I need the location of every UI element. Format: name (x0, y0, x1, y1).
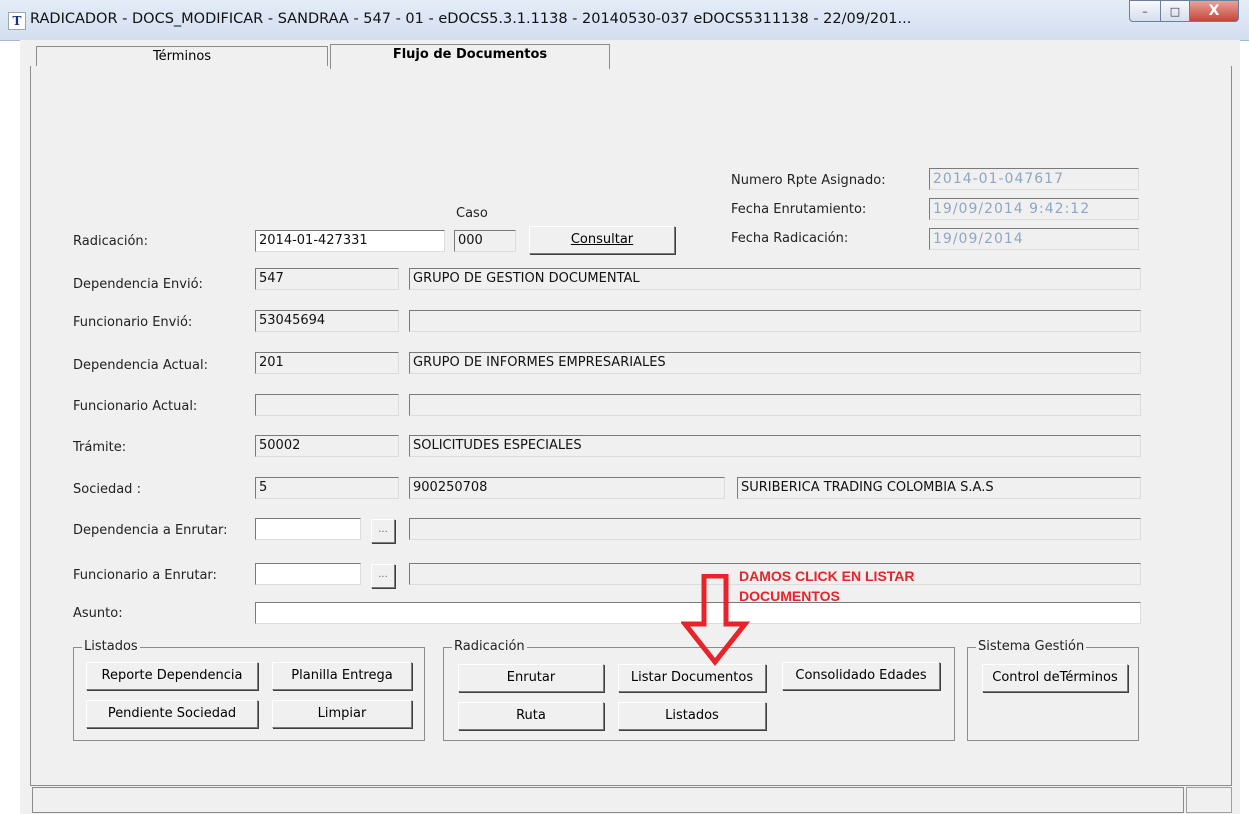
annotation-arrow-down-icon (681, 574, 751, 666)
dependencia-envio-name-field: GRUPO DE GESTION DOCUMENTAL (409, 268, 1141, 290)
consultar-button-label: Consultar (570, 232, 634, 247)
tramite-code-field: 50002 (255, 435, 399, 457)
fecha-enrutamiento-field: 19/09/2014 9:42:12 (929, 198, 1139, 220)
funcionario-enrutar-browse-button[interactable]: ... (371, 564, 395, 588)
tab-terminos[interactable]: Términos (36, 46, 328, 67)
sistema-gestion-group-title: Sistema Gestión (976, 639, 1087, 654)
annotation-text: DAMOS CLICK EN LISTAR DOCUMENTOS (739, 566, 915, 606)
sociedad-nit-field: 900250708 (409, 477, 725, 499)
enrutar-button[interactable]: Enrutar (458, 664, 604, 692)
funcionario-actual-label: Funcionario Actual: (73, 399, 198, 414)
numero-rpte-field: 2014-01-047617 (929, 168, 1139, 190)
sociedad-name-field: SURIBERICA TRADING COLOMBIA S.A.S (737, 477, 1141, 499)
ruta-button[interactable]: Ruta (458, 702, 604, 730)
control-terminos-button[interactable]: Control deTérminos (982, 664, 1128, 692)
tramite-name-field: SOLICITUDES ESPECIALES (409, 435, 1141, 457)
numero-rpte-label: Numero Rpte Asignado: (731, 173, 886, 188)
radicacion-input[interactable]: 2014-01-427331 (255, 230, 445, 252)
sociedad-code-field: 5 (255, 477, 399, 499)
status-bar-panel (1186, 787, 1232, 813)
funcionario-envio-code-field: 53045694 (255, 310, 399, 332)
caso-field[interactable]: 000 (454, 230, 516, 252)
consolidado-edades-button[interactable]: Consolidado Edades (782, 662, 940, 690)
window-client-area: Términos Flujo de Documentos Numero Rpte… (20, 40, 1240, 814)
dependencia-enrutar-input[interactable] (255, 518, 361, 540)
listados-group: Listados Reporte Dependencia Planilla En… (73, 639, 425, 741)
caso-label: Caso (456, 206, 488, 221)
tab-flujo-documentos[interactable]: Flujo de Documentos (330, 44, 610, 69)
limpiar-button[interactable]: Limpiar (272, 700, 412, 728)
fecha-enrutamiento-label: Fecha Enrutamiento: (731, 202, 867, 217)
tab-flujo-documentos-label: Flujo de Documentos (392, 47, 548, 62)
radicacion-group-title: Radicación (452, 639, 527, 654)
dependencia-enrutar-label: Dependencia a Enrutar: (73, 523, 228, 538)
status-bar (32, 787, 1184, 813)
funcionario-envio-label: Funcionario Envió: (73, 315, 193, 330)
maximize-button[interactable]: □ (1161, 0, 1190, 22)
listados-group-title: Listados (82, 639, 140, 654)
consultar-button[interactable]: Consultar (529, 226, 675, 254)
dependencia-enrutar-name-field (409, 518, 1141, 540)
fecha-radicacion-label: Fecha Radicación: (731, 231, 849, 246)
tab-panel-flujo-documentos: Numero Rpte Asignado: 2014-01-047617 Fec… (30, 66, 1232, 786)
dependencia-envio-code-field: 547 (255, 268, 399, 290)
dependencia-actual-name-field: GRUPO DE INFORMES EMPRESARIALES (409, 352, 1141, 374)
fecha-radicacion-field: 19/09/2014 (929, 228, 1139, 250)
sistema-gestion-group: Sistema Gestión Control deTérminos (967, 639, 1139, 741)
dependencia-actual-code-field: 201 (255, 352, 399, 374)
close-button[interactable]: X (1190, 0, 1239, 22)
window-title-bar[interactable]: T RADICADOR - DOCS_MODIFICAR - SANDRAA -… (0, 0, 1249, 41)
asunto-label: Asunto: (73, 606, 123, 621)
reporte-dependencia-button[interactable]: Reporte Dependencia (86, 662, 258, 690)
sociedad-label: Sociedad : (73, 482, 141, 497)
funcionario-envio-name-field (409, 310, 1141, 332)
minimize-button[interactable]: – (1129, 0, 1161, 22)
tab-terminos-label: Términos (152, 49, 212, 64)
funcionario-actual-code-field (255, 394, 399, 416)
planilla-entrega-button[interactable]: Planilla Entrega (272, 662, 412, 690)
funcionario-enrutar-label: Funcionario a Enrutar: (73, 568, 217, 583)
funcionario-enrutar-input[interactable] (255, 563, 361, 585)
annotation-line-1: DAMOS CLICK EN LISTAR (739, 568, 915, 584)
annotation-line-2: DOCUMENTOS (739, 588, 840, 604)
radicacion-label: Radicación: (73, 234, 149, 249)
dependencia-actual-label: Dependencia Actual: (73, 358, 208, 373)
app-logo-icon: T (8, 12, 26, 30)
funcionario-actual-name-field (409, 394, 1141, 416)
listar-documentos-button[interactable]: Listar Documentos (618, 664, 766, 692)
dependencia-envio-label: Dependencia Envió: (73, 277, 203, 292)
listados-button[interactable]: Listados (618, 702, 766, 730)
pendiente-sociedad-button[interactable]: Pendiente Sociedad (86, 700, 258, 728)
window-controls: – □ X (1129, 0, 1239, 22)
dependencia-enrutar-browse-button[interactable]: ... (371, 519, 395, 543)
window-title: RADICADOR - DOCS_MODIFICAR - SANDRAA - 5… (30, 11, 912, 27)
tramite-label: Trámite: (73, 440, 127, 455)
